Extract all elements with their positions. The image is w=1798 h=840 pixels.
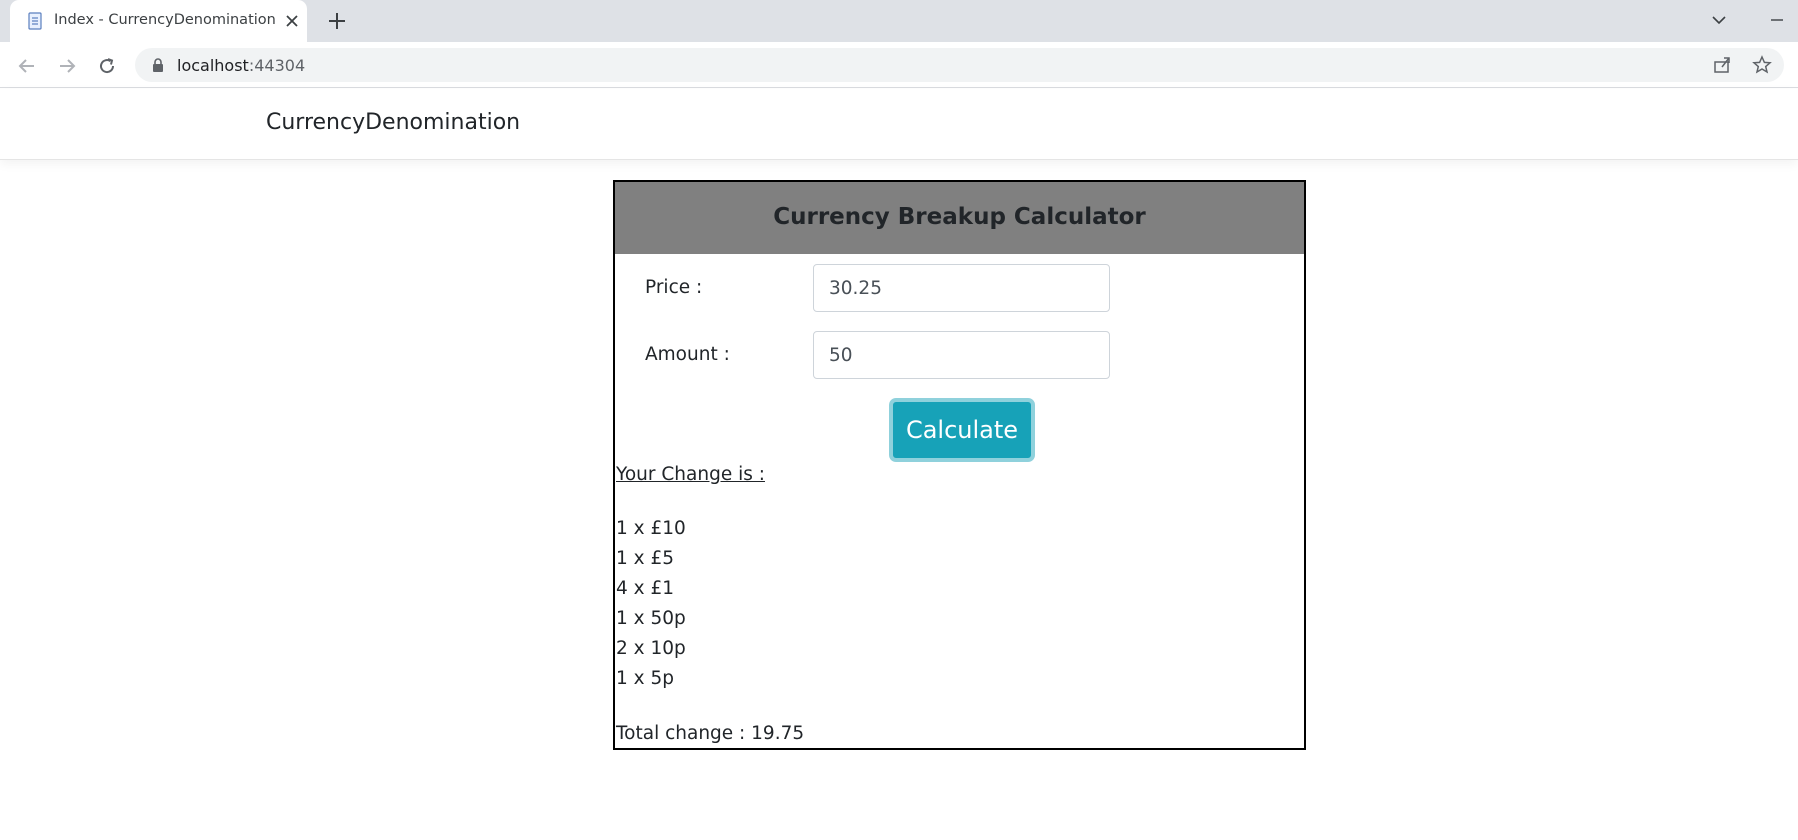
amount-input[interactable]	[813, 331, 1110, 379]
forward-arrow-icon[interactable]	[55, 54, 79, 78]
back-arrow-icon[interactable]	[15, 54, 39, 78]
amount-label: Amount :	[645, 344, 730, 365]
browser-toolbar: localhost:44304	[0, 42, 1798, 88]
tab-title: Index - CurrencyDenomination	[54, 12, 276, 28]
change-list: 1 x £10 1 x £5 4 x £1 1 x 50p 2 x 10p 1 …	[616, 514, 686, 694]
change-item: 2 x 10p	[616, 638, 686, 659]
change-item: 1 x 50p	[616, 608, 686, 629]
total-change: Total change : 19.75	[616, 723, 805, 744]
lock-icon[interactable]	[150, 57, 166, 73]
document-icon	[28, 12, 42, 30]
currency-calculator-panel: Currency Breakup Calculator Price : Amou…	[613, 180, 1306, 750]
price-label: Price :	[645, 277, 703, 298]
url-host: localhost	[177, 56, 249, 75]
close-icon[interactable]	[282, 11, 302, 31]
change-item: 1 x 5p	[616, 668, 674, 689]
price-input[interactable]	[813, 264, 1110, 312]
site-navbar: CurrencyDenomination	[0, 89, 1798, 160]
change-item: 1 x £10	[616, 518, 686, 539]
reload-icon[interactable]	[95, 54, 119, 78]
minimize-icon[interactable]	[1766, 9, 1788, 31]
browser-tab[interactable]: Index - CurrencyDenomination	[10, 0, 307, 42]
plus-icon[interactable]	[326, 10, 348, 32]
change-heading: Your Change is :	[616, 464, 765, 485]
calculate-button[interactable]: Calculate	[889, 398, 1035, 462]
chevron-down-icon[interactable]	[1708, 9, 1730, 31]
star-icon[interactable]	[1751, 54, 1773, 76]
navbar-brand-link[interactable]: CurrencyDenomination	[266, 110, 520, 135]
calculator-header: Currency Breakup Calculator	[615, 182, 1304, 254]
url-text[interactable]: localhost:44304	[177, 56, 305, 75]
url-port: :44304	[248, 56, 306, 75]
browser-tab-strip: Index - CurrencyDenomination	[0, 0, 1798, 42]
share-icon[interactable]	[1711, 54, 1733, 76]
change-item: 1 x £5	[616, 548, 675, 569]
address-bar[interactable]: localhost:44304	[135, 48, 1784, 82]
calculator-title: Currency Breakup Calculator	[773, 204, 1146, 230]
change-item: 4 x £1	[616, 578, 675, 599]
